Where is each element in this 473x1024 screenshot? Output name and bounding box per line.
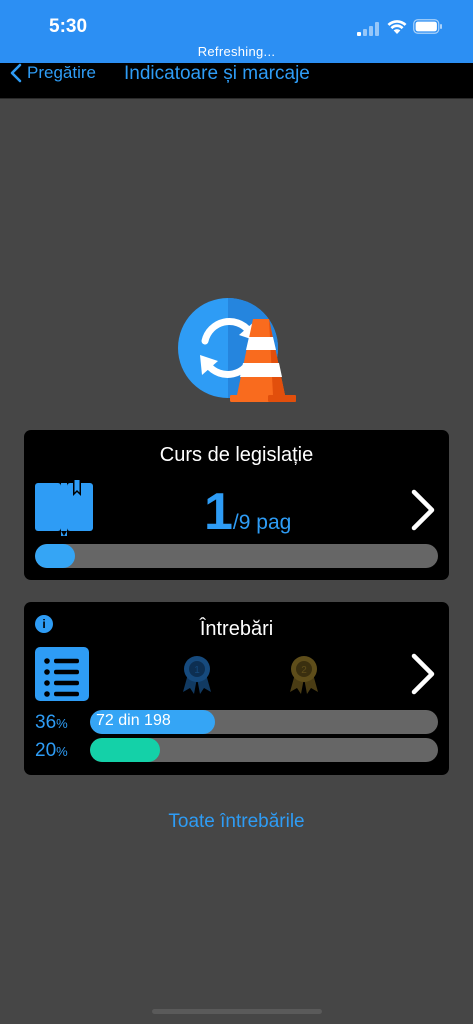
medal-2-icon: 2: [290, 656, 318, 694]
questions-card-title: Întrebări: [199, 618, 274, 640]
refresh-status-text: Refreshing...: [197, 44, 276, 59]
questions-correct-progress-bar: [90, 738, 438, 762]
course-card[interactable]: Curs de legislație 1/9 pag: [24, 430, 449, 580]
cellular-signal-icon: [357, 22, 379, 36]
traffic-signs-category-icon: [178, 298, 296, 402]
course-progress-bar: [35, 544, 438, 568]
all-questions-link[interactable]: Toate întrebările: [0, 811, 473, 833]
chevron-right-icon[interactable]: [408, 488, 438, 532]
battery-icon: [413, 19, 442, 34]
list-icon: [35, 647, 89, 701]
status-bar: 5:30 Refreshing...: [0, 0, 473, 63]
course-card-title: Curs de legislație: [159, 444, 314, 466]
course-page-count: 1/9 pag: [204, 482, 291, 542]
current-page-number: 1: [204, 483, 233, 541]
status-time: 5:30: [49, 16, 88, 37]
chevron-right-icon[interactable]: [408, 652, 438, 696]
questions-percent-correct: 20%: [35, 740, 68, 761]
page-title: Indicatoare și marcaje: [124, 63, 310, 84]
chevron-left-icon: [10, 63, 22, 83]
book-icon: [35, 480, 93, 536]
questions-correct-progress-fill: [90, 738, 160, 762]
questions-percent-answered: 36%: [35, 712, 68, 733]
back-button-label: Pregătire: [27, 63, 96, 82]
wifi-icon: [387, 20, 407, 34]
questions-answered-count: 72 din 198: [96, 712, 171, 729]
questions-card[interactable]: i Întrebări 1 2 36% 72 din 198 20%: [24, 602, 449, 775]
svg-text:2: 2: [301, 665, 307, 676]
questions-answered-progress-bar: 72 din 198: [90, 710, 438, 734]
course-progress-fill: [35, 544, 76, 568]
home-indicator: [152, 1009, 322, 1014]
navigation-bar: Pregătire Indicatoare și marcaje: [0, 63, 473, 99]
svg-text:1: 1: [194, 665, 200, 676]
medal-1-icon: 1: [183, 656, 211, 694]
back-button[interactable]: Pregătire: [10, 63, 96, 83]
total-pages-label: /9 pag: [232, 511, 292, 534]
